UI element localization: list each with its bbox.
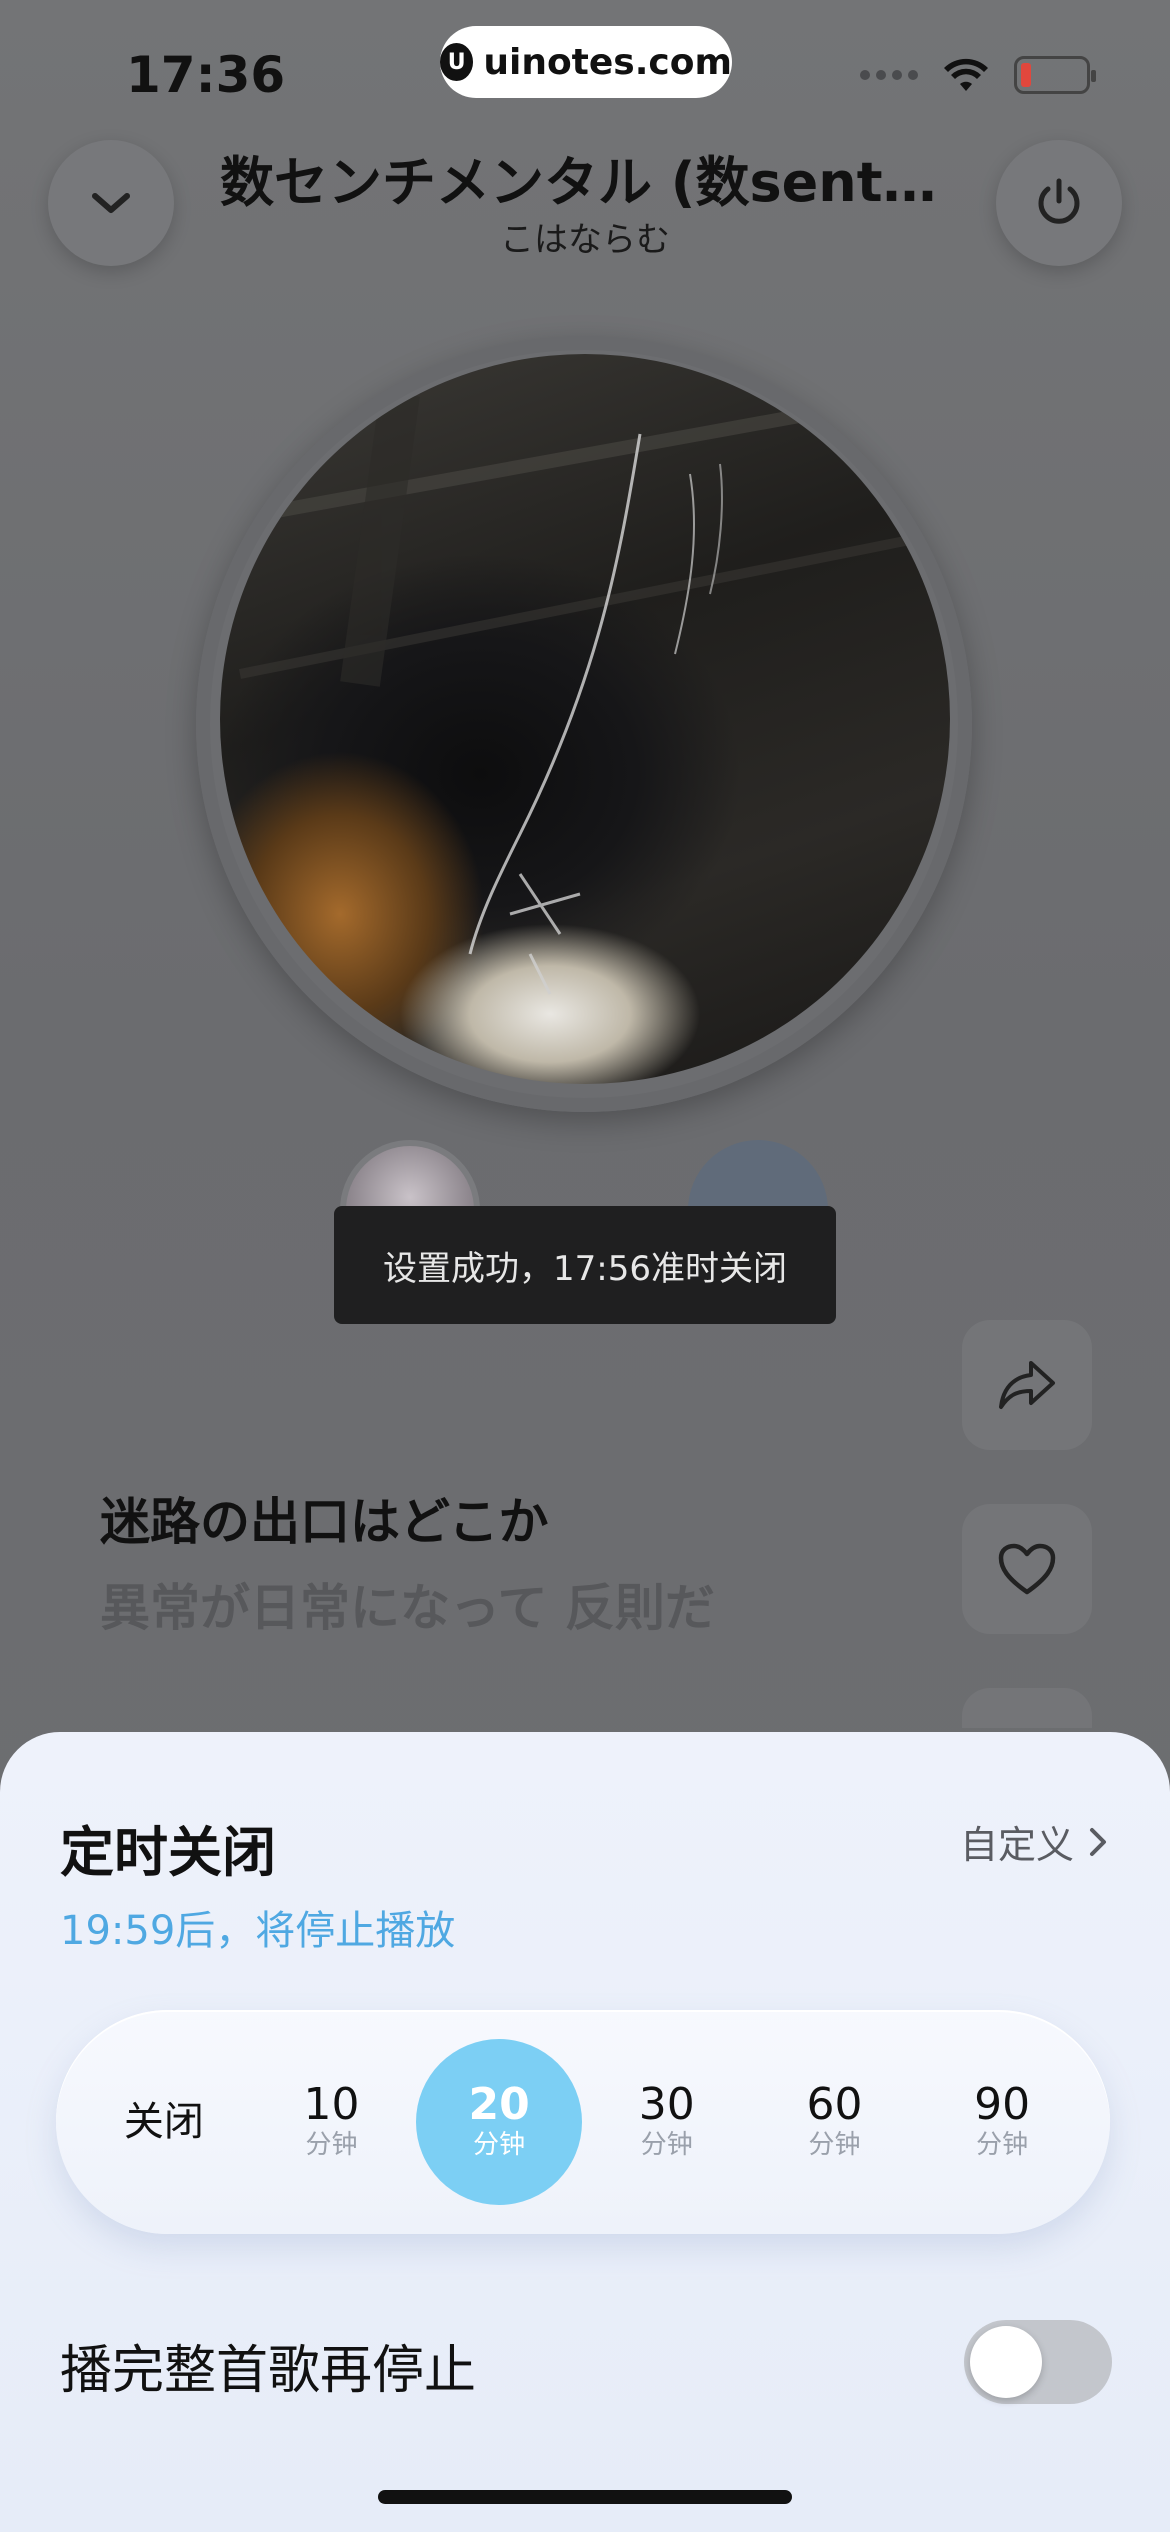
timer-option-10[interactable]: 10 分钟 — [248, 2039, 414, 2205]
timer-option-unit: 分钟 — [976, 2130, 1029, 2161]
finish-song-label: 播完整首歌再停止 — [60, 2341, 477, 2401]
timer-option-90[interactable]: 90 分钟 — [919, 2039, 1085, 2205]
timer-option-value: 10 — [303, 2078, 360, 2130]
album-cover[interactable] — [220, 354, 950, 1084]
wifi-icon — [944, 58, 988, 91]
signal-icon — [860, 70, 918, 80]
timer-option-value: 60 — [806, 2078, 863, 2130]
custom-time-label: 自定义 — [959, 1823, 1074, 1867]
watermark-logo-icon: U — [440, 43, 474, 81]
chevron-down-icon — [92, 193, 130, 213]
timer-option-30[interactable]: 30 分钟 — [584, 2039, 750, 2205]
share-icon — [999, 1361, 1055, 1409]
sheet-title: 定时关闭 — [60, 1821, 276, 1884]
timer-option-label: 关闭 — [123, 2099, 204, 2145]
watermark-text: uinotes.com — [483, 41, 732, 83]
timer-option-unit: 分钟 — [808, 2130, 861, 2161]
countdown-text: 19:59后，将停止播放 — [60, 1908, 456, 1954]
timer-option-60[interactable]: 60 分钟 — [751, 2039, 917, 2205]
lyric-next: 異常が日常になって 反則だ — [100, 1579, 715, 1637]
toast-message: 设置成功，17:56准时关闭 — [334, 1206, 836, 1324]
sleep-timer-button[interactable] — [996, 140, 1122, 266]
lyric-current: 迷路の出口はどこか — [100, 1493, 549, 1551]
timer-option-off[interactable]: 关闭 — [81, 2039, 247, 2205]
timer-option-value: 90 — [974, 2078, 1031, 2130]
home-indicator[interactable] — [378, 2490, 792, 2504]
more-button[interactable] — [962, 1688, 1092, 1728]
toggle-knob — [970, 2326, 1042, 2398]
timer-option-unit: 分钟 — [640, 2130, 693, 2161]
chevron-right-icon — [1090, 1827, 1106, 1856]
heart-icon — [998, 1543, 1056, 1595]
share-button[interactable] — [962, 1320, 1092, 1450]
timer-option-20[interactable]: 20 分钟 — [416, 2039, 583, 2205]
watermark: U uinotes.com — [440, 26, 732, 98]
timer-option-unit: 分钟 — [305, 2130, 358, 2161]
song-title: 数センチメンタル (数sentimental) — [220, 151, 950, 214]
like-button[interactable] — [962, 1504, 1092, 1634]
status-icons — [860, 56, 1096, 94]
collapse-button[interactable] — [48, 140, 174, 266]
finish-song-toggle[interactable] — [964, 2320, 1112, 2404]
status-time: 17:36 — [126, 46, 286, 104]
custom-time-button[interactable]: 自定义 — [960, 1814, 1108, 1869]
song-artist[interactable]: こはならむ — [220, 212, 950, 261]
battery-icon — [1014, 56, 1096, 94]
power-icon — [1038, 178, 1080, 224]
timer-option-value: 20 — [468, 2078, 530, 2130]
timer-options: 关闭 10 分钟 20 分钟 30 分钟 60 分钟 90 分钟 — [56, 2010, 1110, 2234]
sleep-timer-sheet: 定时关闭 自定义 19:59后，将停止播放 关闭 10 分钟 20 分钟 30 … — [0, 1732, 1170, 2532]
timer-option-value: 30 — [638, 2078, 695, 2130]
timer-option-unit: 分钟 — [473, 2130, 526, 2161]
